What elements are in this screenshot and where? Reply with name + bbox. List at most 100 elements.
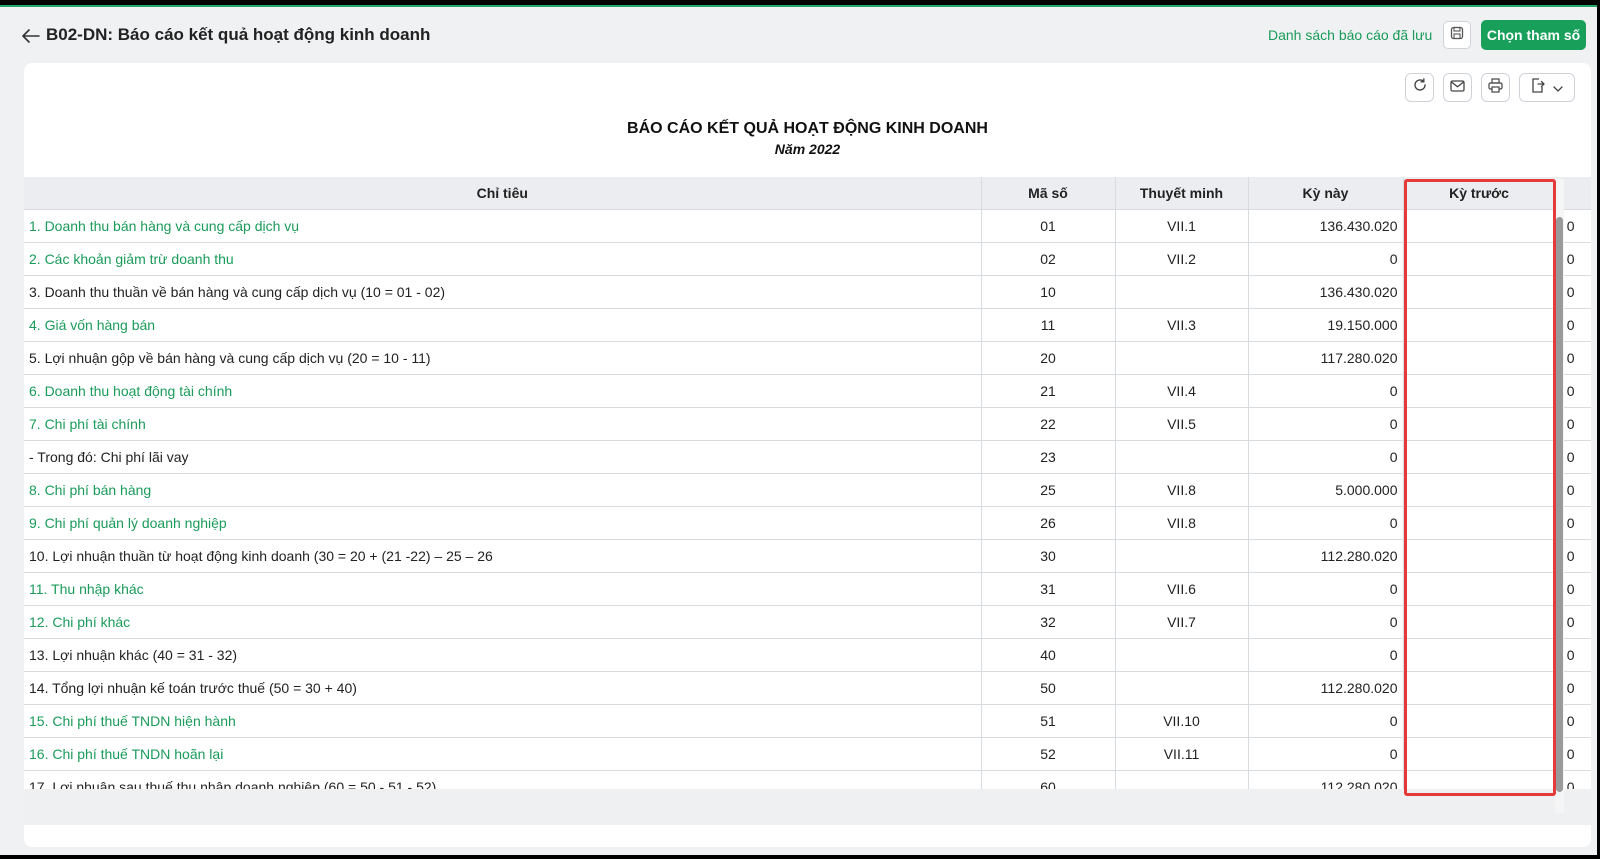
row-code: 22	[981, 407, 1116, 441]
row-indicator[interactable]: 4. Giá vốn hàng bán	[24, 308, 982, 342]
report-toolbar	[1405, 73, 1575, 103]
row-note	[1115, 770, 1249, 789]
page-title: B02-DN: Báo cáo kết quả hoạt động kinh d…	[46, 25, 431, 44]
row-code: 26	[981, 506, 1116, 540]
scrollbar-thumb[interactable]	[1556, 217, 1563, 792]
back-arrow-icon[interactable]	[20, 25, 42, 47]
row-current-value: 136.430.020	[1248, 275, 1404, 309]
table-row: 8. Chi phí bán hàng 25 VII.8 5.000.000 0	[24, 473, 1591, 507]
row-note: VII.10	[1115, 704, 1249, 738]
row-indicator: 3. Doanh thu thuần về bán hàng và cung c…	[24, 275, 982, 309]
row-note: VII.7	[1115, 605, 1249, 639]
refresh-icon	[1413, 78, 1427, 97]
row-current-value: 0	[1248, 506, 1404, 540]
saved-reports-link[interactable]: Danh sách báo cáo đã lưu	[1268, 27, 1432, 43]
row-code: 01	[981, 209, 1116, 243]
row-current-value: 0	[1248, 737, 1404, 771]
table-body: 1. Doanh thu bán hàng và cung cấp dịch v…	[24, 209, 1591, 789]
row-note: VII.8	[1115, 473, 1249, 507]
column-header-current-period[interactable]: Kỳ này	[1248, 177, 1404, 210]
row-code: 52	[981, 737, 1116, 771]
row-indicator[interactable]: 7. Chi phí tài chính	[24, 407, 982, 441]
row-indicator[interactable]: 6. Doanh thu hoạt động tài chính	[24, 374, 982, 408]
save-icon	[1450, 26, 1464, 45]
table-row: 6. Doanh thu hoạt động tài chính 21 VII.4 0…	[24, 374, 1591, 408]
row-code: 21	[981, 374, 1116, 408]
table-row: 7. Chi phí tài chính 22 VII.5 0 0	[24, 407, 1591, 441]
row-note: VII.4	[1115, 374, 1249, 408]
row-current-value: 19.150.000	[1248, 308, 1404, 342]
row-code: 31	[981, 572, 1116, 606]
row-indicator[interactable]: 15. Chi phí thuế TNDN hiện hành	[24, 704, 982, 738]
print-button[interactable]	[1481, 73, 1510, 102]
row-code: 10	[981, 275, 1116, 309]
table-row: 12. Chi phí khác 32 VII.7 0 0	[24, 605, 1591, 639]
row-note	[1115, 275, 1249, 309]
table-row: 2. Các khoản giảm trừ doanh thu 02 VII.2 0 0	[24, 242, 1591, 276]
report-subtitle: Năm 2022	[774, 141, 841, 157]
row-indicator[interactable]: 11. Thu nhập khác	[24, 572, 982, 606]
row-indicator[interactable]: 1. Doanh thu bán hàng và cung cấp dịch v…	[24, 209, 982, 243]
table-header-row: Chỉ tiêu Mã số Thuyết minh Kỳ này Kỳ trư…	[24, 177, 1591, 210]
row-note: VII.2	[1115, 242, 1249, 276]
table-footer	[24, 789, 1591, 825]
save-button[interactable]	[1443, 21, 1471, 49]
column-header-note[interactable]: Thuyết minh	[1115, 177, 1249, 210]
row-code: 20	[981, 341, 1116, 375]
export-dropdown[interactable]	[1519, 73, 1575, 102]
row-current-value: 0	[1248, 572, 1404, 606]
table-row: 5. Lợi nhuận gộp về bán hàng và cung cấp…	[24, 341, 1591, 375]
row-indicator: 13. Lợi nhuận khác (40 = 31 - 32)	[24, 638, 982, 672]
row-indicator[interactable]: 2. Các khoản giảm trừ doanh thu	[24, 242, 982, 276]
row-current-value: 0	[1248, 605, 1404, 639]
row-current-value: 0	[1248, 242, 1404, 276]
table-row: 15. Chi phí thuế TNDN hiện hành 51 VII.10 0…	[24, 704, 1591, 738]
row-indicator[interactable]: 9. Chi phí quản lý doanh nghiệp	[24, 506, 982, 540]
row-current-value: 117.280.020	[1248, 341, 1404, 375]
row-indicator: 10. Lợi nhuận thuần từ hoạt động kinh do…	[24, 539, 982, 573]
table-row: 3. Doanh thu thuần về bán hàng và cung c…	[24, 275, 1591, 309]
row-indicator[interactable]: 8. Chi phí bán hàng	[24, 473, 982, 507]
row-indicator: 14. Tổng lợi nhuận kế toán trước thuế (5…	[24, 671, 982, 705]
column-header-indicator[interactable]: Chỉ tiêu	[24, 177, 982, 210]
table-row: 10. Lợi nhuận thuần từ hoạt động kinh do…	[24, 539, 1591, 573]
row-code: 25	[981, 473, 1116, 507]
email-button[interactable]	[1443, 73, 1472, 102]
row-indicator: - Trong đó: Chi phí lãi vay	[24, 440, 982, 474]
report-title: BÁO CÁO KẾT QUẢ HOẠT ĐỘNG KINH DOANH	[627, 120, 988, 137]
row-current-value: 112.280.020	[1248, 770, 1404, 789]
row-code: 11	[981, 308, 1116, 342]
row-current-value: 0	[1248, 704, 1404, 738]
row-code: 40	[981, 638, 1116, 672]
row-code: 60	[981, 770, 1116, 789]
row-current-value: 0	[1248, 440, 1404, 474]
row-current-value: 5.000.000	[1248, 473, 1404, 507]
row-indicator: 17. Lợi nhuận sau thuế thu nhập doanh ng…	[24, 770, 982, 789]
row-code: 32	[981, 605, 1116, 639]
row-note: VII.5	[1115, 407, 1249, 441]
print-icon	[1488, 77, 1503, 98]
row-code: 51	[981, 704, 1116, 738]
row-current-value: 0	[1248, 407, 1404, 441]
row-note: VII.1	[1115, 209, 1249, 243]
table-row: - Trong đó: Chi phí lãi vay 23 0 0	[24, 440, 1591, 474]
column-header-code[interactable]: Mã số	[981, 177, 1116, 210]
choose-parameters-button[interactable]: Chọn tham số	[1481, 20, 1586, 50]
row-code: 02	[981, 242, 1116, 276]
refresh-button[interactable]	[1405, 73, 1434, 102]
table-row: 1. Doanh thu bán hàng và cung cấp dịch v…	[24, 209, 1591, 243]
row-note	[1115, 539, 1249, 573]
app-window: B02-DN: Báo cáo kết quả hoạt động kinh d…	[0, 5, 1597, 855]
row-indicator: 5. Lợi nhuận gộp về bán hàng và cung cấp…	[24, 341, 982, 375]
chevron-down-icon	[1553, 79, 1563, 97]
row-current-value: 0	[1248, 374, 1404, 408]
row-code: 23	[981, 440, 1116, 474]
row-current-value: 112.280.020	[1248, 539, 1404, 573]
row-code: 30	[981, 539, 1116, 573]
row-indicator[interactable]: 16. Chi phí thuế TNDN hoãn lại	[24, 737, 982, 771]
row-current-value: 0	[1248, 638, 1404, 672]
top-bar: B02-DN: Báo cáo kết quả hoạt động kinh d…	[0, 7, 1597, 63]
mail-icon	[1450, 79, 1465, 97]
report-table: Chỉ tiêu Mã số Thuyết minh Kỳ này Kỳ trư…	[24, 177, 1591, 789]
row-indicator[interactable]: 12. Chi phí khác	[24, 605, 982, 639]
